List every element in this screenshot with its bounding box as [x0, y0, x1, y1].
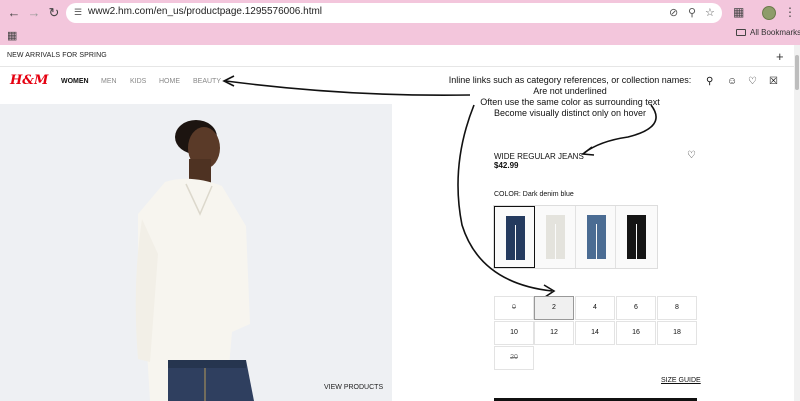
size-option-18[interactable]: 18	[657, 321, 697, 345]
scrollbar-thumb[interactable]	[795, 55, 799, 90]
profile-avatar[interactable]	[762, 6, 776, 20]
size-option-16[interactable]: 16	[616, 321, 656, 345]
apps-grid-icon[interactable]: ▦	[7, 29, 17, 42]
back-arrow-icon[interactable]: ←	[6, 5, 22, 21]
promo-text[interactable]: NEW ARRIVALS FOR SPRING	[7, 52, 107, 59]
size-option-14[interactable]: 14	[575, 321, 615, 345]
hm-logo[interactable]: H&M	[10, 73, 48, 88]
color-swatches	[493, 205, 658, 269]
swatch-light-denim-blue[interactable]	[575, 206, 617, 268]
size-option-12[interactable]: 12	[534, 321, 574, 345]
size-guide-link[interactable]: SIZE GUIDE	[661, 377, 701, 384]
product-name: WIDE REGULAR JEANS	[494, 152, 584, 161]
category-beauty[interactable]: BEAUTY	[193, 78, 221, 85]
annotation-line-2: Are not underlined	[533, 86, 607, 96]
size-option-4[interactable]: 4	[575, 296, 615, 320]
jeans-thumbnail	[586, 215, 606, 259]
extensions-icon[interactable]: ▦	[733, 5, 744, 19]
url-text[interactable]: www2.hm.com/en_us/productpage.1295576006…	[88, 6, 322, 17]
menu-dots-icon[interactable]: ⋮	[784, 5, 796, 19]
forward-arrow-icon[interactable]: →	[26, 5, 42, 21]
size-option-6[interactable]: 6	[616, 296, 656, 320]
category-home[interactable]: HOME	[159, 78, 180, 85]
shopping-bag-icon[interactable]: ☒	[769, 76, 778, 87]
eye-off-icon[interactable]: ⊘	[669, 6, 678, 19]
swatch-dark-denim-blue[interactable]	[494, 206, 535, 268]
swatch-white[interactable]	[534, 206, 576, 268]
view-products-link[interactable]: VIEW PRODUCTS	[324, 384, 383, 391]
size-option-10[interactable]: 10	[494, 321, 534, 345]
bookmark-star-icon[interactable]: ☆	[705, 6, 715, 19]
zoom-icon[interactable]: ⚲	[688, 6, 696, 19]
scrollbar[interactable]	[794, 45, 800, 401]
annotation-line-1: Inline links such as category references…	[448, 75, 692, 85]
size-option-8[interactable]: 8	[657, 296, 697, 320]
category-women[interactable]: WOMEN	[61, 78, 89, 85]
product-photo[interactable]: VIEW PRODUCTS	[0, 104, 392, 401]
favorites-heart-icon[interactable]: ♡	[748, 76, 757, 87]
product-price: $42.99	[494, 161, 519, 170]
jeans-thumbnail	[627, 215, 647, 259]
browser-chrome: ← → ↻ ☰ www2.hm.com/en_us/productpage.12…	[0, 0, 800, 45]
size-option-2[interactable]: 2	[534, 296, 574, 320]
reload-icon[interactable]: ↻	[46, 5, 62, 21]
category-kids[interactable]: KIDS	[130, 78, 146, 85]
model-illustration	[0, 104, 392, 401]
size-option-20: 20	[494, 346, 534, 370]
add-to-favorites-heart-icon[interactable]: ♡	[687, 150, 696, 161]
category-men[interactable]: MEN	[101, 78, 117, 85]
promo-expand-icon[interactable]: +	[776, 49, 784, 64]
jeans-thumbnail	[506, 216, 525, 260]
folder-icon	[736, 29, 746, 36]
site-settings-icon[interactable]: ☰	[74, 7, 84, 19]
annotation-text: Inline links such as category references…	[420, 75, 720, 119]
all-bookmarks-label: All Bookmarks	[750, 28, 800, 37]
account-icon[interactable]: ☺	[727, 76, 737, 87]
annotation-line-4: Become visually distinct only on hover	[493, 108, 647, 118]
jeans-thumbnail	[545, 215, 565, 259]
page-viewport: NEW ARRIVALS FOR SPRING + H&M WOMEN MEN …	[0, 45, 794, 401]
color-label: COLOR: Dark denim blue	[494, 191, 574, 198]
address-bar[interactable]: ☰ www2.hm.com/en_us/productpage.12955760…	[66, 3, 722, 23]
swatch-black[interactable]	[616, 206, 657, 268]
annotation-line-3: Often use the same color as surrounding …	[480, 97, 660, 107]
size-option-0: 0	[494, 296, 534, 320]
all-bookmarks-button[interactable]: All Bookmarks	[736, 28, 800, 37]
promo-banner: NEW ARRIVALS FOR SPRING +	[0, 45, 794, 67]
